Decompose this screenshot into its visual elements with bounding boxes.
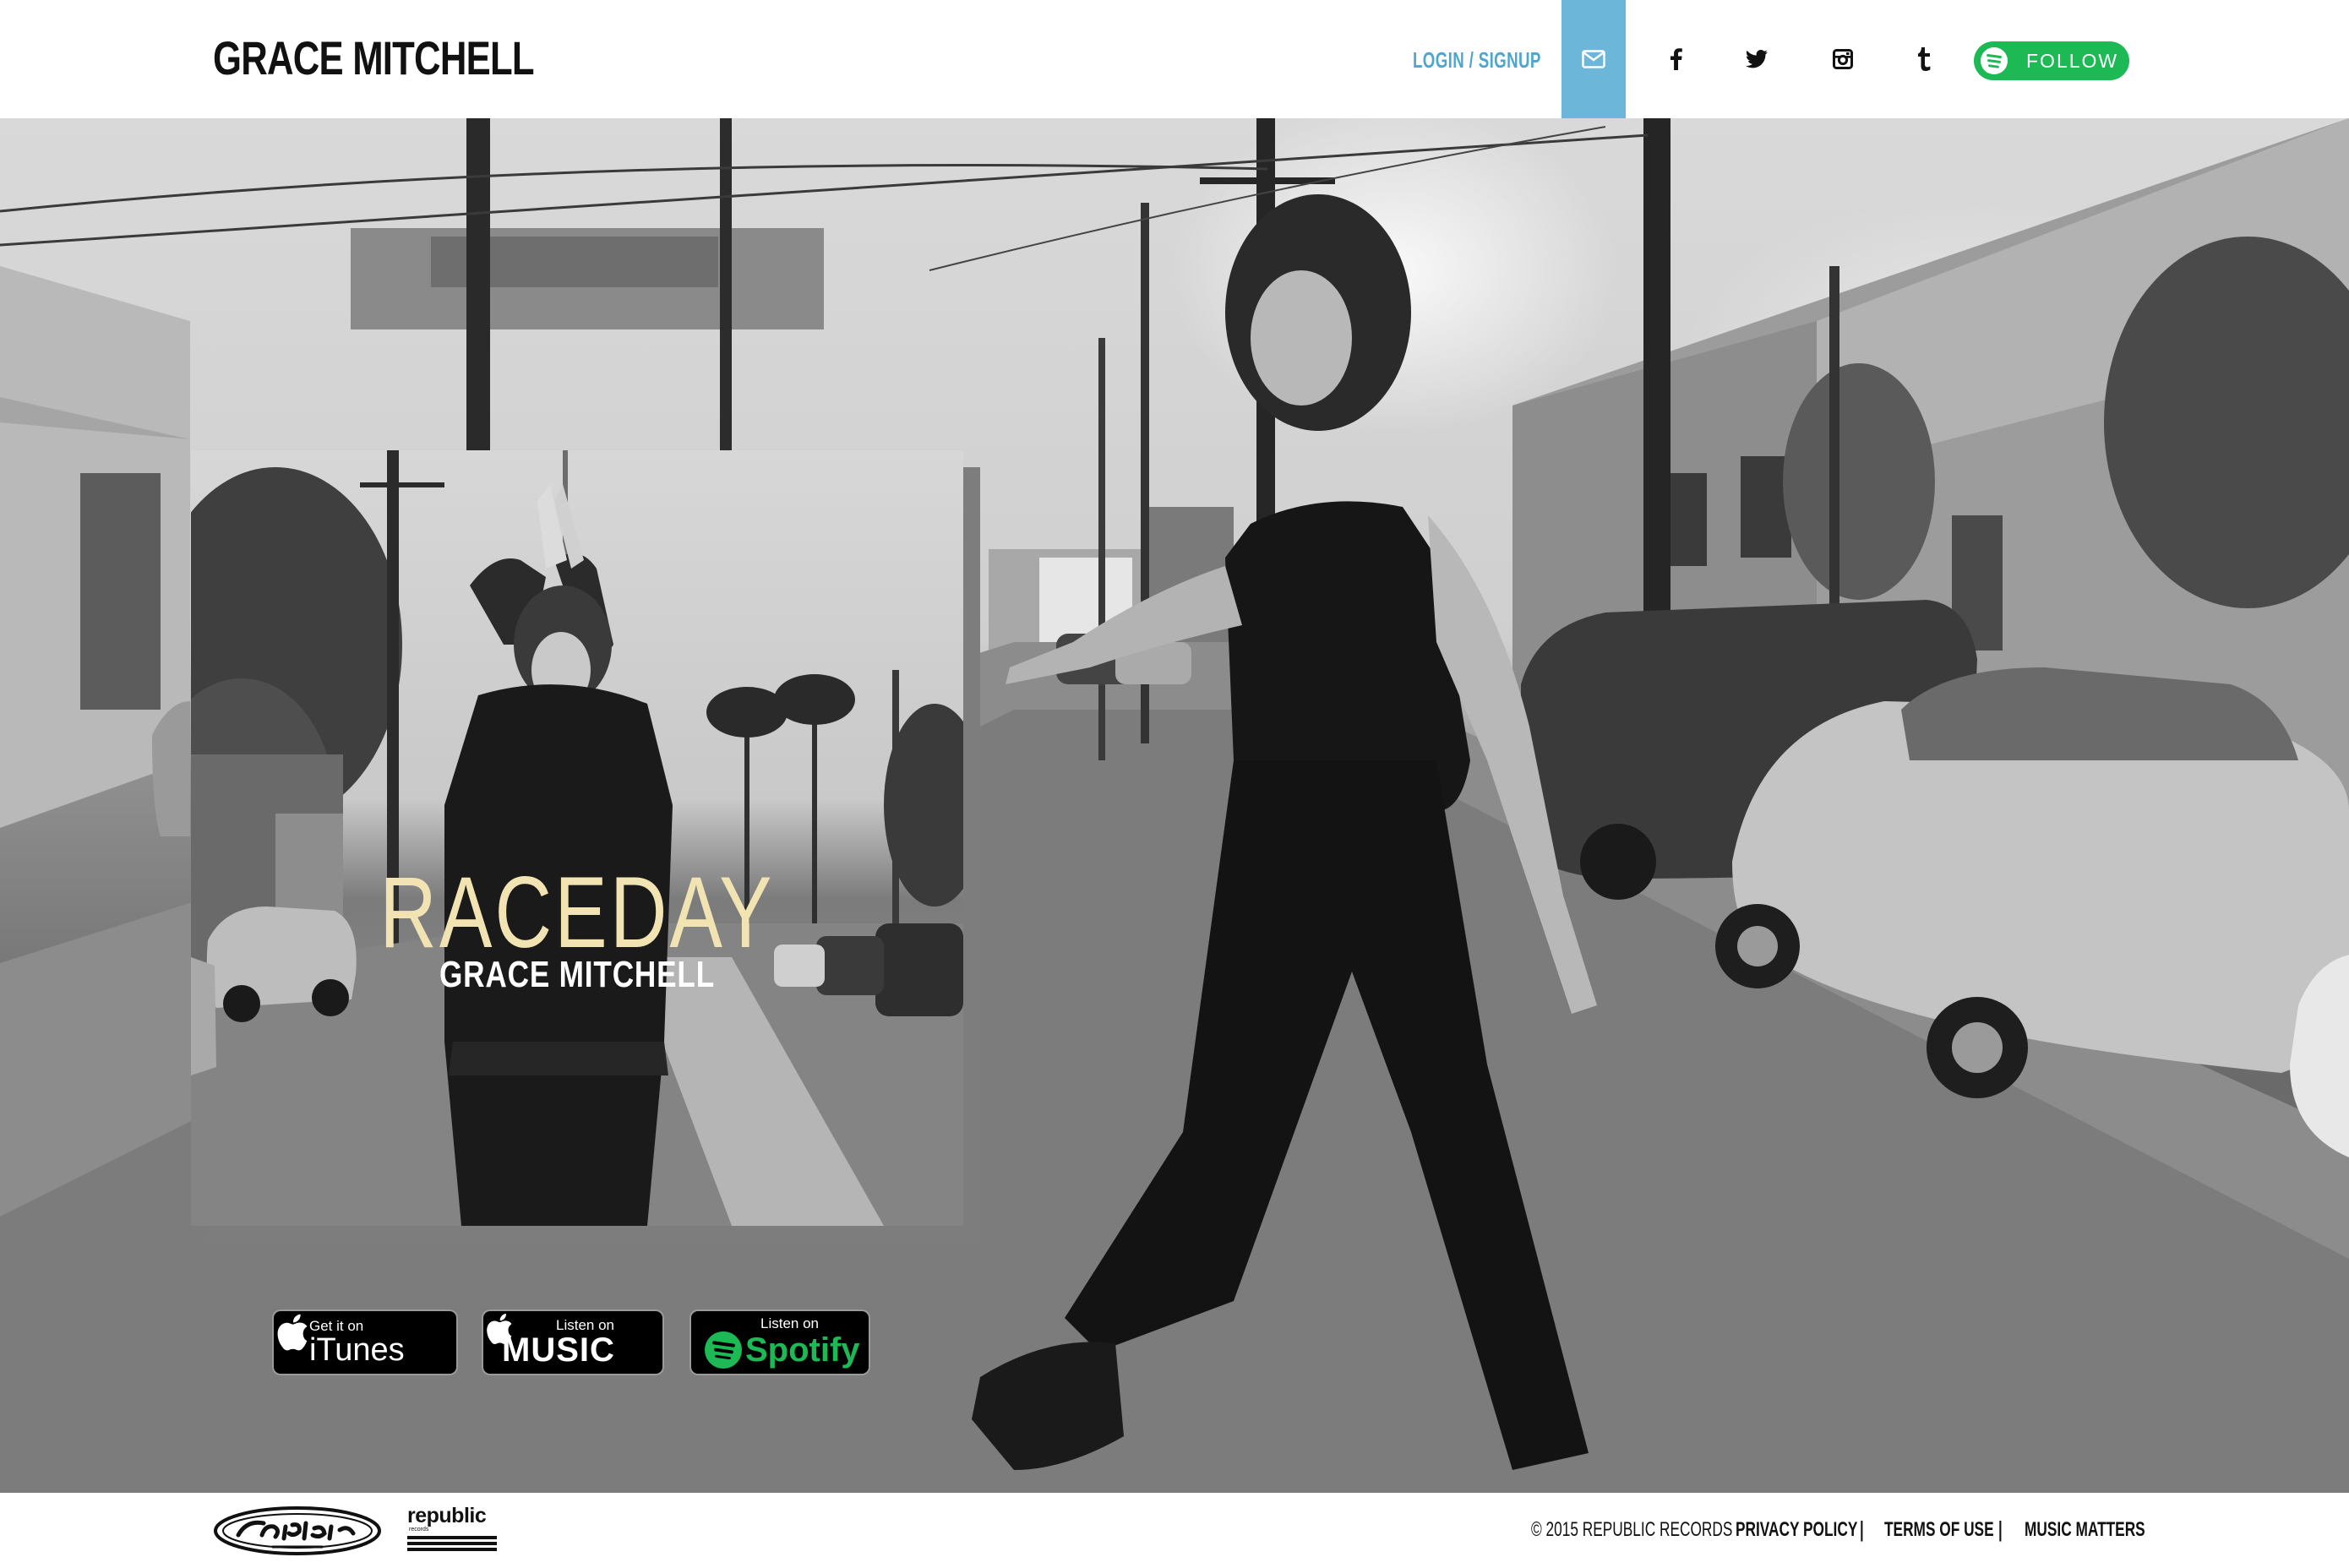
spotify-follow-button[interactable]: FOLLOW: [1974, 41, 2129, 80]
itunes-badge-text: Get it on iTunes: [309, 1319, 405, 1368]
republic-logo-subtext: records: [409, 1527, 429, 1533]
twitter-link[interactable]: [1736, 39, 1777, 79]
facebook-icon: [1670, 48, 1682, 70]
logo-stripe: [407, 1536, 497, 1539]
privacy-policy-link[interactable]: PRIVACY POLICY: [1736, 1518, 1857, 1542]
footer-separator: |: [1859, 1516, 1865, 1542]
apple-icon: [277, 1314, 308, 1351]
music-matters-link[interactable]: MUSIC MATTERS: [2025, 1518, 2145, 1542]
spotify-small-text: Listen on: [760, 1315, 819, 1331]
facebook-link[interactable]: [1656, 39, 1697, 79]
tumblr-link[interactable]: [1904, 39, 1944, 79]
twitter-icon: [1746, 50, 1768, 68]
spotify-big-text: Spotify: [745, 1331, 860, 1369]
copyright-text: © 2015 REPUBLIC RECORDS: [1531, 1518, 1733, 1541]
apple-icon: [487, 1314, 512, 1344]
itunes-big-text: iTunes: [309, 1332, 405, 1368]
logo-stripe: [407, 1548, 497, 1551]
login-signup-link[interactable]: LOGIN / SIGNUP: [1413, 47, 1541, 74]
site-logo[interactable]: GRACE MITCHELL: [213, 30, 535, 85]
logo-stripe: [407, 1542, 497, 1545]
instagram-link[interactable]: [1823, 39, 1863, 79]
mail-button[interactable]: [1561, 0, 1626, 118]
footer-separator: |: [1997, 1516, 2003, 1542]
spotify-icon: [1981, 47, 2008, 74]
album-artist: GRACE MITCHELL: [439, 954, 716, 995]
spotify-badge-text: Listen on Spotify: [705, 1316, 860, 1369]
follow-label: FOLLOW: [2026, 49, 2119, 72]
spotify-icon: [705, 1331, 742, 1369]
site-footer: republic records © 2015 REPUBLIC RECORDS…: [0, 1493, 2349, 1568]
mail-icon: [1582, 50, 1605, 68]
apple-music-big-text: MUSIC: [502, 1331, 615, 1369]
spotify-badge[interactable]: Listen on Spotify: [689, 1309, 870, 1375]
hero-background-photo: RACEDAY GRACE MITCHELL Get it on iTunes …: [0, 118, 2349, 1493]
casablanca-records-logo[interactable]: [213, 1505, 382, 1557]
album-cover[interactable]: RACEDAY GRACE MITCHELL: [191, 450, 963, 1226]
itunes-badge[interactable]: Get it on iTunes: [272, 1309, 458, 1375]
republic-logo-text: republic: [407, 1504, 487, 1527]
apple-music-badge-text: Listen on MUSIC: [487, 1314, 615, 1369]
apple-music-badge[interactable]: Listen on MUSIC: [482, 1309, 664, 1375]
site-header: GRACE MITCHELL LOGIN / SIGNUP FOLLOW: [0, 0, 2349, 118]
album-cover-photo: [191, 450, 963, 1226]
instagram-icon: [1833, 49, 1853, 69]
terms-of-use-link[interactable]: TERMS OF USE: [1884, 1518, 1994, 1542]
tumblr-icon: [1918, 47, 1931, 71]
republic-records-logo[interactable]: republic records: [407, 1505, 497, 1557]
